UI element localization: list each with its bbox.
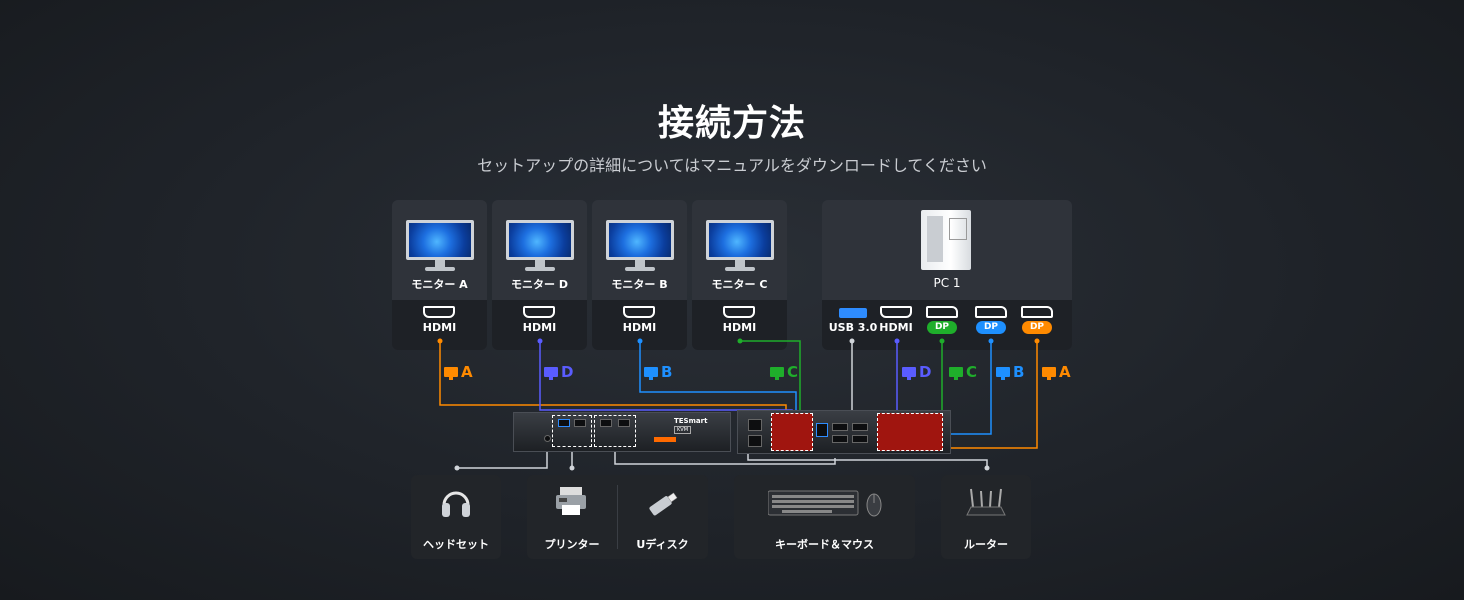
port-label: HDMI: [722, 321, 757, 334]
monitor-icon: [644, 367, 658, 380]
cable-tag-c: C: [770, 363, 798, 381]
hdmi-port-label: HDMI: [879, 321, 913, 334]
kvm-dp-highlight: [877, 413, 943, 451]
monitor-icon: [902, 367, 916, 380]
monitor-label: モニター D: [511, 278, 568, 291]
dp-port-icon: [975, 306, 1007, 318]
port-label: HDMI: [522, 321, 557, 334]
page-title: 接続方法: [657, 103, 806, 144]
pc-panel: PC 1 USB 3.0 HDMI DP DP DP: [822, 200, 1072, 350]
headset-panel: ヘッドセット: [411, 475, 501, 559]
kvm-usb-highlight: [771, 413, 813, 451]
monitor-panel-c: モニター C HDMI: [692, 200, 787, 350]
printer-icon: [556, 487, 586, 515]
cable-tag-c-pc: C: [949, 363, 977, 381]
port-label: HDMI: [622, 321, 657, 334]
dp-port-icon: [926, 306, 958, 318]
cable-c-pc: [930, 341, 943, 421]
monitor-label: モニター C: [711, 278, 768, 291]
monitor-icon: [444, 367, 458, 380]
kvm-rear-panel: [737, 410, 951, 454]
dp-badge-orange: DP: [1022, 321, 1052, 334]
keyboard-mouse-icon: [768, 490, 882, 517]
monitor-panel-a: モニター A HDMI: [392, 200, 487, 350]
usb-drive-icon: [649, 492, 678, 516]
device-label: キーボード＆マウス: [775, 538, 874, 551]
hdmi-port-icon: [623, 306, 655, 318]
monitor-icon: [606, 220, 674, 260]
monitor-label: モニター B: [611, 278, 668, 291]
cable-tag-a-pc: A: [1042, 363, 1071, 381]
hdmi-port-icon: [880, 306, 912, 318]
router-icon: [966, 488, 1006, 516]
monitor-icon: [996, 367, 1010, 380]
port-label: HDMI: [422, 321, 457, 334]
hdmi-port-icon: [723, 306, 755, 318]
cable-tag-d-pc: D: [902, 363, 931, 381]
dp-badge-blue: DP: [976, 321, 1006, 334]
cable-tag-a: A: [444, 363, 473, 381]
printer-udisk-panel: プリンター Uディスク: [527, 475, 708, 559]
keyboard-mouse-panel: キーボード＆マウス: [734, 475, 915, 559]
usb-port-icon: [839, 308, 867, 318]
page-subtitle: セットアップの詳細についてはマニュアルをダウンロードしてください: [477, 156, 987, 175]
pc-tower-icon: [921, 210, 971, 270]
monitor-icon: [406, 220, 474, 260]
device-label: Uディスク: [636, 538, 689, 551]
monitor-icon: [706, 220, 774, 260]
device-label: プリンター: [544, 538, 600, 551]
pc-label: PC 1: [933, 276, 961, 290]
device-label: ヘッドセット: [423, 538, 489, 551]
cable-tag-b-pc: B: [996, 363, 1024, 381]
cable-tag-b: B: [644, 363, 672, 381]
monitor-icon: [949, 367, 963, 380]
kvm-front-panel: TESmart KVM: [513, 412, 731, 452]
hdmi-port-icon: [523, 306, 555, 318]
monitor-icon: [770, 367, 784, 380]
dp-badge-green: DP: [927, 321, 957, 334]
headset-icon: [442, 491, 470, 517]
monitor-icon: [506, 220, 574, 260]
monitor-panel-b: モニター B HDMI: [592, 200, 687, 350]
router-panel: ルーター: [941, 475, 1031, 559]
kvm-model: KVM: [674, 426, 692, 434]
monitor-icon: [1042, 367, 1056, 380]
monitor-label: モニター A: [411, 278, 468, 291]
device-label: ルーター: [964, 538, 1008, 551]
monitor-icon: [544, 367, 558, 380]
cable-tag-d: D: [544, 363, 573, 381]
monitor-panel-d: モニター D HDMI: [492, 200, 587, 350]
kvm-brand: TESmart: [674, 417, 708, 425]
hdmi-port-icon: [423, 306, 455, 318]
dp-port-icon: [1021, 306, 1053, 318]
